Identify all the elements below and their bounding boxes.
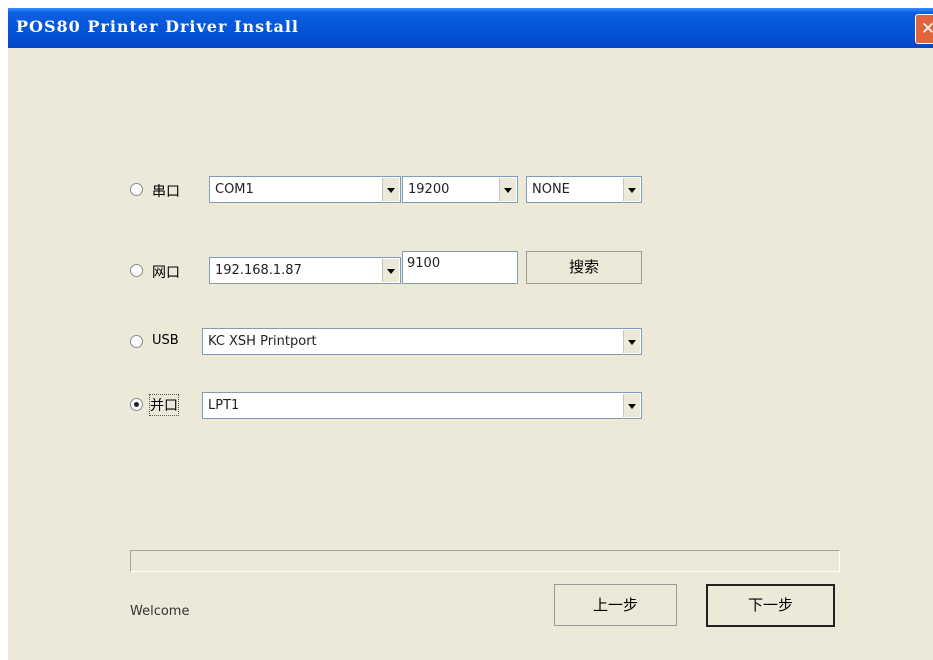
network-label: 网口 xyxy=(152,265,180,281)
next-button[interactable]: 下一步 xyxy=(706,584,835,627)
installer-window: POS80 Printer Driver Install ✕ 串口 COM1 1… xyxy=(8,8,933,660)
chevron-down-icon[interactable] xyxy=(499,178,516,201)
serial-port-value: COM1 xyxy=(215,182,254,197)
status-text: Welcome xyxy=(130,604,190,619)
chevron-down-icon[interactable] xyxy=(623,178,640,201)
chevron-down-icon[interactable] xyxy=(623,394,640,417)
usb-device-value: KC XSH Printport xyxy=(208,334,317,349)
ip-address-value: 192.168.1.87 xyxy=(215,263,302,278)
title-bar[interactable]: POS80 Printer Driver Install ✕ xyxy=(8,8,933,48)
parity-value: NONE xyxy=(532,182,570,197)
search-button[interactable]: 搜索 xyxy=(526,251,642,284)
parallel-label: 并口 xyxy=(149,394,179,416)
usb-device-select[interactable]: KC XSH Printport xyxy=(202,328,642,355)
close-button[interactable]: ✕ xyxy=(915,14,933,44)
network-port-field[interactable]: 9100 xyxy=(402,251,518,284)
close-icon: ✕ xyxy=(920,19,933,39)
baud-rate-select[interactable]: 19200 xyxy=(402,176,518,203)
install-progress-bar xyxy=(130,550,840,572)
chevron-down-icon[interactable] xyxy=(382,259,399,282)
back-button[interactable]: 上一步 xyxy=(554,584,677,626)
baud-rate-value: 19200 xyxy=(408,182,450,197)
ip-address-select[interactable]: 192.168.1.87 xyxy=(209,257,401,284)
parallel-port-value: LPT1 xyxy=(208,398,240,413)
serial-port-select[interactable]: COM1 xyxy=(209,176,401,203)
network-radio[interactable] xyxy=(130,264,143,277)
chevron-down-icon[interactable] xyxy=(382,178,399,201)
parallel-radio[interactable] xyxy=(130,398,143,411)
serial-label: 串口 xyxy=(152,184,180,200)
window-title: POS80 Printer Driver Install xyxy=(16,17,299,36)
usb-radio[interactable] xyxy=(130,335,143,348)
serial-radio[interactable] xyxy=(130,183,143,196)
parallel-port-select[interactable]: LPT1 xyxy=(202,392,642,419)
usb-label: USB xyxy=(152,333,179,348)
network-port-value: 9100 xyxy=(407,256,441,271)
parity-select[interactable]: NONE xyxy=(526,176,642,203)
chevron-down-icon[interactable] xyxy=(623,330,640,353)
